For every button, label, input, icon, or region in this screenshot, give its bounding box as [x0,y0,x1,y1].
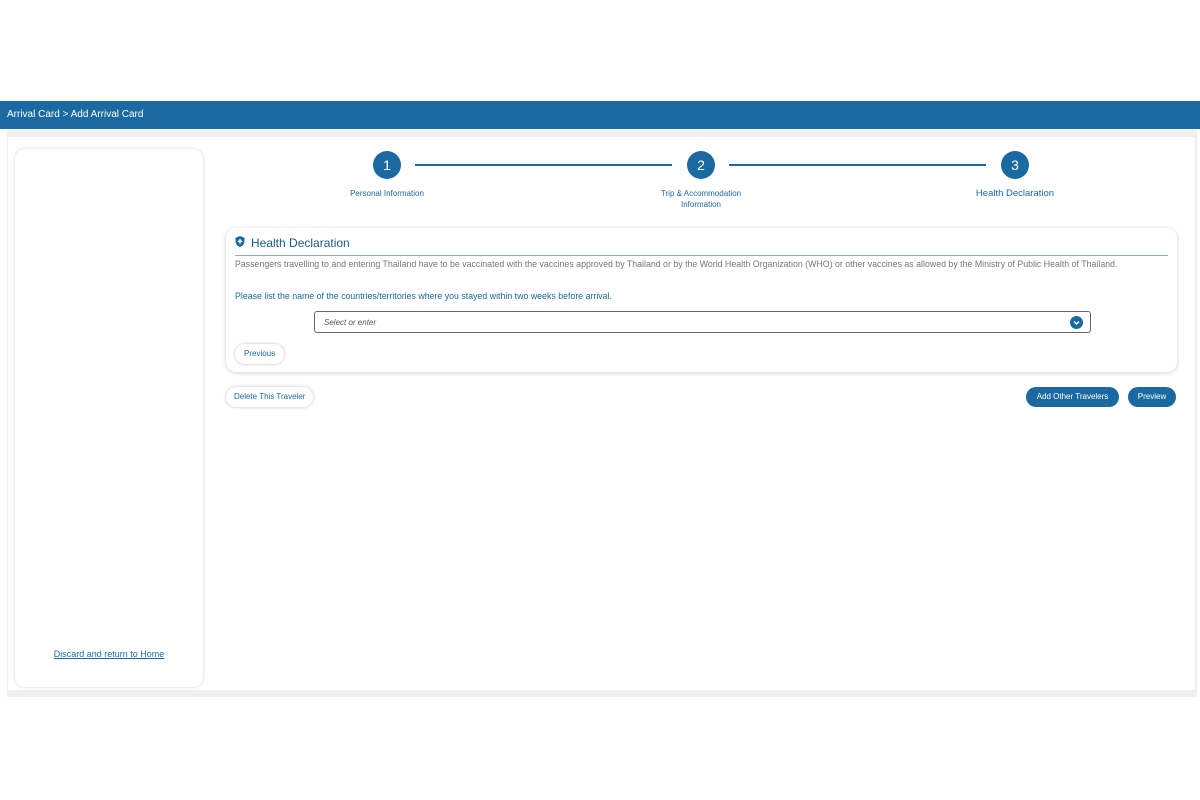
sidebar: Discard and return to Home [15,149,203,687]
chevron-down-icon[interactable] [1070,316,1083,329]
step-1-label: Personal Information [350,189,424,198]
countries-select[interactable]: Select or enter [314,311,1091,333]
health-declaration-card: Health Declaration Passengers travelling… [226,228,1177,372]
add-other-travelers-button[interactable]: Add Other Travelers [1026,387,1119,407]
step-1-circle: 1 [373,151,401,179]
progress-stepper: 1 2 3 Personal Information Trip & Accomm… [226,149,1186,224]
top-bar: Arrival Card > Add Arrival Card [0,101,1200,129]
step-3-label: Health Declaration [975,188,1055,199]
breadcrumb: Arrival Card > Add Arrival Card [7,109,144,120]
step-connector-1 [415,164,672,166]
content-panel: Discard and return to Home 1 2 3 Persona… [8,137,1195,690]
shield-icon [235,236,245,250]
card-title: Health Declaration [251,236,350,250]
delete-traveler-button[interactable]: Delete This Traveler [226,387,314,407]
previous-button[interactable]: Previous [235,344,285,364]
title-divider [235,255,1168,256]
vaccination-notice: Passengers travelling to and entering Th… [235,259,1118,269]
step-3-circle: 3 [1001,151,1029,179]
preview-button[interactable]: Preview [1128,387,1176,407]
step-2-label: Trip & Accommodation Information [660,189,742,209]
step-2-circle: 2 [687,151,715,179]
select-placeholder: Select or enter [324,318,377,327]
countries-question: Please list the name of the countries/te… [235,291,612,301]
content-frame: Discard and return to Home 1 2 3 Persona… [7,130,1197,697]
card-header: Health Declaration [235,236,350,250]
discard-return-home-link[interactable]: Discard and return to Home [15,649,203,659]
step-connector-2 [729,164,986,166]
